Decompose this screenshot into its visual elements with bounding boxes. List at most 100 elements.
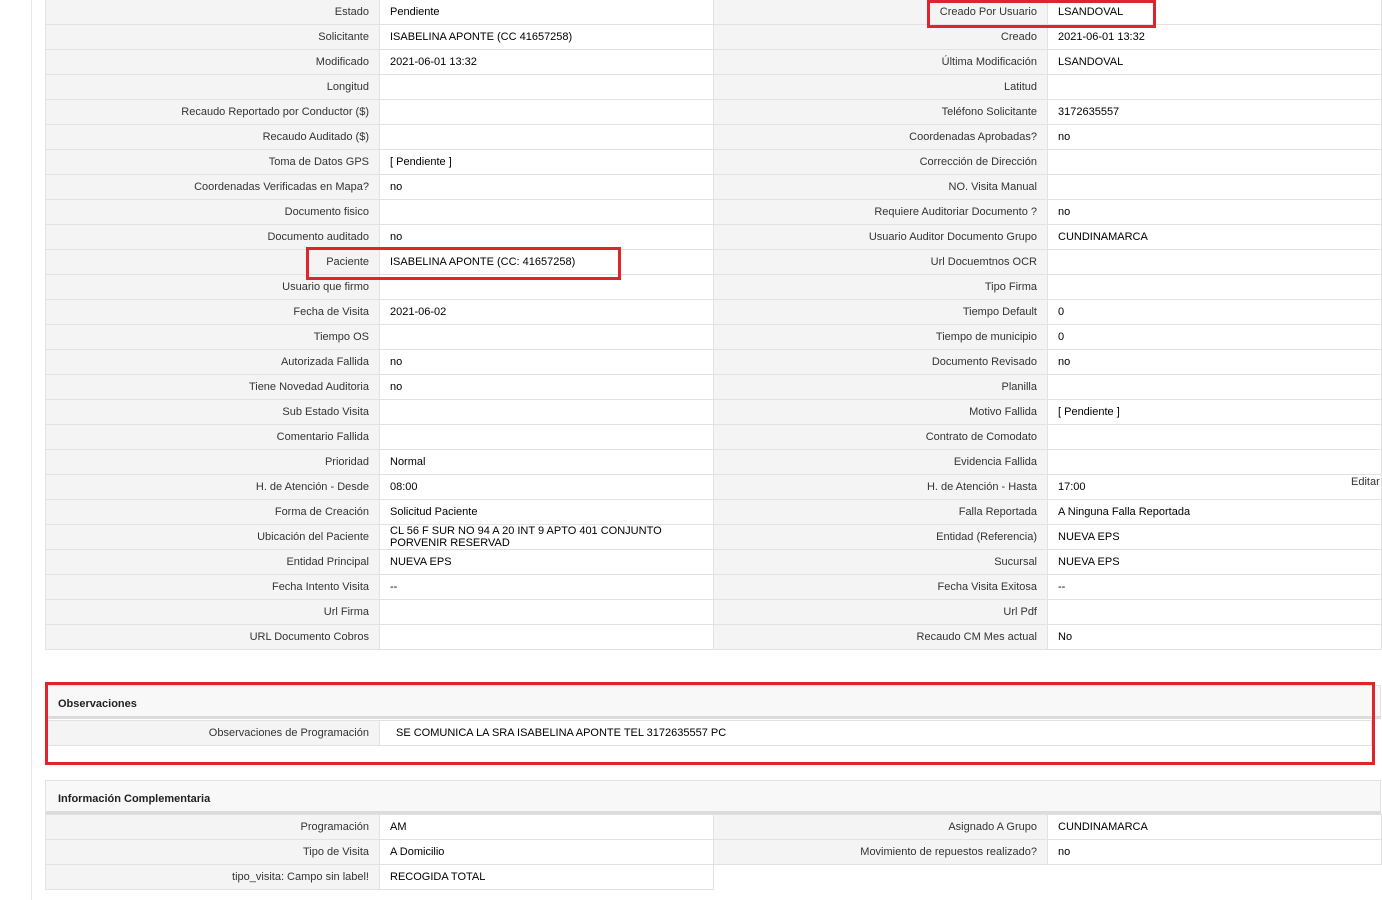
recaudo-auditado-label: Recaudo Auditado ($) <box>45 124 380 150</box>
fecha-visita-exitosa-label: Fecha Visita Exitosa <box>713 574 1048 600</box>
usuario-auditor-documento-grupo-label: Usuario Auditor Documento Grupo <box>713 224 1048 250</box>
paciente-label: Paciente <box>45 249 380 275</box>
coordenadas-verificadas-en-mapa-label: Coordenadas Verificadas en Mapa? <box>45 174 380 200</box>
tiene-novedad-auditoria-value: no <box>379 374 714 400</box>
tiene-novedad-auditoria-label: Tiene Novedad Auditoria <box>45 374 380 400</box>
tipo-visita-campo-sin-label-value: RECOGIDA TOTAL <box>379 864 714 890</box>
creado-value: 2021-06-01 13:32 <box>1047 24 1382 50</box>
autorizada-fallida-label: Autorizada Fallida <box>45 349 380 375</box>
table-row: tipo_visita: Campo sin label! RECOGIDA TO… <box>45 864 1382 890</box>
tiempo-os-value <box>379 324 714 350</box>
requiere-auditoriar-documento-label: Requiere Auditoriar Documento ? <box>713 199 1048 225</box>
longitud-value <box>379 74 714 100</box>
creado-por-usuario-label: Creado Por Usuario <box>713 0 1048 25</box>
tipo-visita-campo-sin-label-label: tipo_visita: Campo sin label! <box>45 864 380 890</box>
usuario-que-firmo-label: Usuario que firmo <box>45 274 380 300</box>
documento-revisado-value: no <box>1047 349 1382 375</box>
contrato-de-comodato-label: Contrato de Comodato <box>713 424 1048 450</box>
prioridad-label: Prioridad <box>45 449 380 475</box>
table-row: H. de Atención - Desde 08:00 H. de Atenció… <box>45 474 1382 500</box>
telefono-solicitante-value: 3172635557 <box>1047 99 1382 125</box>
recaudo-reportado-por-conductor-value <box>379 99 714 125</box>
observaciones-programacion-label: Observaciones de Programación <box>45 720 380 746</box>
table-row: URL Documento Cobros Recaudo CM Mes actua… <box>45 624 1382 650</box>
creado-por-usuario-value: LSANDOVAL <box>1047 0 1382 25</box>
fecha-intento-visita-value: -- <box>379 574 714 600</box>
motivo-fallida-value: [ Pendiente ] <box>1047 399 1382 425</box>
paciente-value: ISABELINA APONTE (CC: 41657258) <box>379 249 714 275</box>
table-row: Fecha Intento Visita -- Fecha Visita Exit… <box>45 574 1382 600</box>
table-row: Solicitante ISABELINA APONTE (CC 41657258… <box>45 24 1382 50</box>
recaudo-reportado-por-conductor-label: Recaudo Reportado por Conductor ($) <box>45 99 380 125</box>
no-visita-manual-value <box>1047 174 1382 200</box>
creado-label: Creado <box>713 24 1048 50</box>
documento-revisado-label: Documento Revisado <box>713 349 1048 375</box>
sucursal-value: NUEVA EPS <box>1047 549 1382 575</box>
planilla-value <box>1047 374 1382 400</box>
table-row: Documento fisico Requiere Auditoriar Docu… <box>45 199 1382 225</box>
table-row: Fecha de Visita 2021-06-02 Tiempo Default… <box>45 299 1382 325</box>
table-row: Longitud Latitud <box>45 74 1382 100</box>
complementaria-table: Programación AM Asignado A Grupo CUNDINAMAR… <box>45 814 1382 890</box>
table-row: Toma de Datos GPS[ Pendiente ] Corrección… <box>45 149 1382 175</box>
telefono-solicitante-label: Teléfono Solicitante <box>713 99 1048 125</box>
toma-de-datos-gps-value: [ Pendiente ] <box>379 149 714 175</box>
falla-reportada-value: A Ninguna Falla Reportada <box>1047 499 1382 525</box>
table-row: Observaciones de Programación SE COMUNIC… <box>45 720 1372 746</box>
estado-label: Estado <box>45 0 380 25</box>
planilla-label: Planilla <box>713 374 1048 400</box>
tipo-de-visita-value: A Domicilio <box>379 839 714 865</box>
correccion-de-direccion-value <box>1047 149 1382 175</box>
forma-de-creacion-value: Solicitud Paciente <box>379 499 714 525</box>
entidad-principal-value: NUEVA EPS <box>379 549 714 575</box>
modificado-label: Modificado <box>45 49 380 75</box>
forma-de-creacion-label: Forma de Creación <box>45 499 380 525</box>
h-de-atencion-hasta-value: 17:00 <box>1047 474 1382 500</box>
tipo-de-visita-label: Tipo de Visita <box>45 839 380 865</box>
observaciones-table: Observaciones de Programación SE COMUNIC… <box>45 720 1372 746</box>
tipo-firma-label: Tipo Firma <box>713 274 1048 300</box>
latitud-value <box>1047 74 1382 100</box>
autorizada-fallida-value: no <box>379 349 714 375</box>
ultima-modificacion-label: Última Modificación <box>713 49 1048 75</box>
prioridad-value: Normal <box>379 449 714 475</box>
coordenadas-aprobadas-label: Coordenadas Aprobadas? <box>713 124 1048 150</box>
coordenadas-verificadas-en-mapa-value: no <box>379 174 714 200</box>
programacion-label: Programación <box>45 814 380 840</box>
edit-link[interactable]: Editar <box>1351 476 1380 488</box>
table-row: Usuario que firmo Tipo Firma <box>45 274 1382 300</box>
usuario-auditor-documento-grupo-value: CUNDINAMARCA <box>1047 224 1382 250</box>
tiempo-default-label: Tiempo Default <box>713 299 1048 325</box>
correccion-de-direccion-label: Corrección de Dirección <box>713 149 1048 175</box>
tiempo-de-municipio-label: Tiempo de municipio <box>713 324 1048 350</box>
ubicacion-del-paciente-value: CL 56 F SUR NO 94 A 20 INT 9 APTO 401 CO… <box>379 524 714 550</box>
table-row: Ubicación del Paciente CL 56 F SUR NO 94 … <box>45 524 1382 550</box>
comentario-fallida-value <box>379 424 714 450</box>
url-docuemtnos-ocr-value <box>1047 249 1382 275</box>
movimiento-de-repuestos-realizado-label: Movimiento de repuestos realizado? <box>713 839 1048 865</box>
longitud-label: Longitud <box>45 74 380 100</box>
url-documento-cobros-label: URL Documento Cobros <box>45 624 380 650</box>
solicitante-label: Solicitante <box>45 24 380 50</box>
documento-auditado-value: no <box>379 224 714 250</box>
empty-label <box>713 864 1048 890</box>
latitud-label: Latitud <box>713 74 1048 100</box>
motivo-fallida-label: Motivo Fallida <box>713 399 1048 425</box>
complementaria-section-header: Información Complementaria <box>45 780 1381 814</box>
requiere-auditoriar-documento-value: no <box>1047 199 1382 225</box>
table-row: Url Firma Url Pdf <box>45 599 1382 625</box>
observaciones-section-header: Observaciones <box>45 685 1381 719</box>
table-row: Recaudo Auditado ($) Coordenadas Aprobada… <box>45 124 1382 150</box>
sub-estado-visita-value <box>379 399 714 425</box>
complementaria-title: Información Complementaria <box>58 793 211 805</box>
url-pdf-label: Url Pdf <box>713 599 1048 625</box>
solicitante-value: ISABELINA APONTE (CC 41657258) <box>379 24 714 50</box>
url-firma-label: Url Firma <box>45 599 380 625</box>
url-pdf-value <box>1047 599 1382 625</box>
recaudo-cm-mes-actual-label: Recaudo CM Mes actual <box>713 624 1048 650</box>
table-row: Estado Pendiente Creado Por Usuario LSANDOV… <box>45 0 1382 25</box>
falla-reportada-label: Falla Reportada <box>713 499 1048 525</box>
tiempo-de-municipio-value: 0 <box>1047 324 1382 350</box>
usuario-que-firmo-value <box>379 274 714 300</box>
fecha-visita-exitosa-value: -- <box>1047 574 1382 600</box>
